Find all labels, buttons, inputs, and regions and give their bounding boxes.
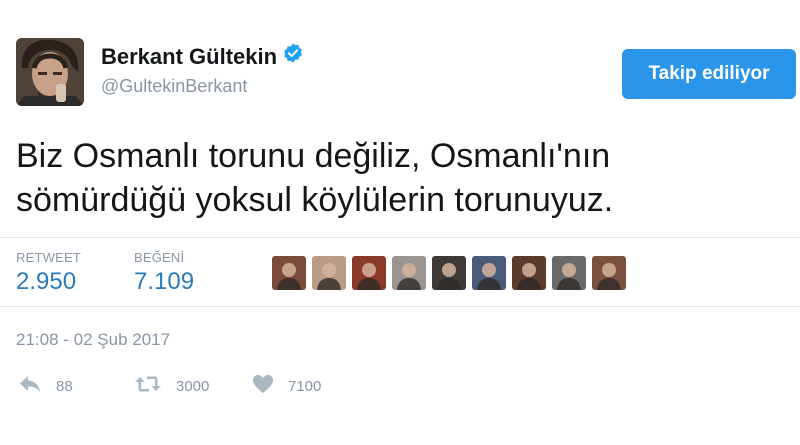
following-button[interactable]: Takip ediliyor — [622, 49, 796, 99]
like-stat[interactable]: BEĞENİ 7.109 — [134, 250, 194, 296]
tweet-text: Biz Osmanlı torunu değiliz, Osmanlı'nın s… — [16, 134, 786, 222]
liker-avatar-8[interactable] — [552, 256, 586, 290]
liker-avatar-1[interactable] — [272, 256, 306, 290]
reply-icon[interactable] — [18, 374, 42, 399]
liker-avatar-6[interactable] — [472, 256, 506, 290]
retweet-stat-label: RETWEET — [16, 250, 81, 265]
retweet-count: 3000 — [176, 378, 210, 395]
liker-avatar-9[interactable] — [592, 256, 626, 290]
retweet-stat-value[interactable]: 2.950 — [16, 268, 81, 296]
liker-avatar-7[interactable] — [512, 256, 546, 290]
liker-avatar-3[interactable] — [352, 256, 386, 290]
liker-avatar-2[interactable] — [312, 256, 346, 290]
like-action[interactable]: 7100 — [252, 374, 321, 399]
like-stat-value[interactable]: 7.109 — [134, 268, 194, 296]
retweet-stat[interactable]: RETWEET 2.950 — [16, 250, 81, 296]
author-name[interactable]: Berkant Gültekin — [101, 42, 304, 70]
verified-badge-icon — [282, 42, 304, 70]
like-stat-label: BEĞENİ — [134, 250, 185, 265]
tweet-line-2: sömürdüğü yoksul köylülerin torunuyuz. — [16, 181, 614, 219]
author-avatar[interactable] — [16, 38, 84, 106]
heart-icon[interactable] — [252, 374, 274, 399]
author-display-name[interactable]: Berkant Gültekin — [101, 44, 277, 69]
retweet-icon[interactable] — [134, 374, 162, 399]
like-count: 7100 — [288, 378, 322, 395]
author-handle[interactable]: @GultekinBerkant — [101, 76, 247, 97]
divider-bottom — [0, 306, 800, 307]
tweet-line-1: Biz Osmanlı torunu değiliz, Osmanlı'nın — [16, 137, 611, 175]
liker-avatar-4[interactable] — [392, 256, 426, 290]
retweet-action[interactable]: 3000 — [134, 374, 209, 399]
reply-count: 88 — [56, 378, 73, 395]
tweet-timestamp[interactable]: 21:08 - 02 Şub 2017 — [16, 330, 170, 350]
divider-top — [0, 237, 800, 238]
reply-action[interactable]: 88 — [18, 374, 73, 399]
liker-avatar-5[interactable] — [432, 256, 466, 290]
liker-avatars — [272, 256, 626, 290]
